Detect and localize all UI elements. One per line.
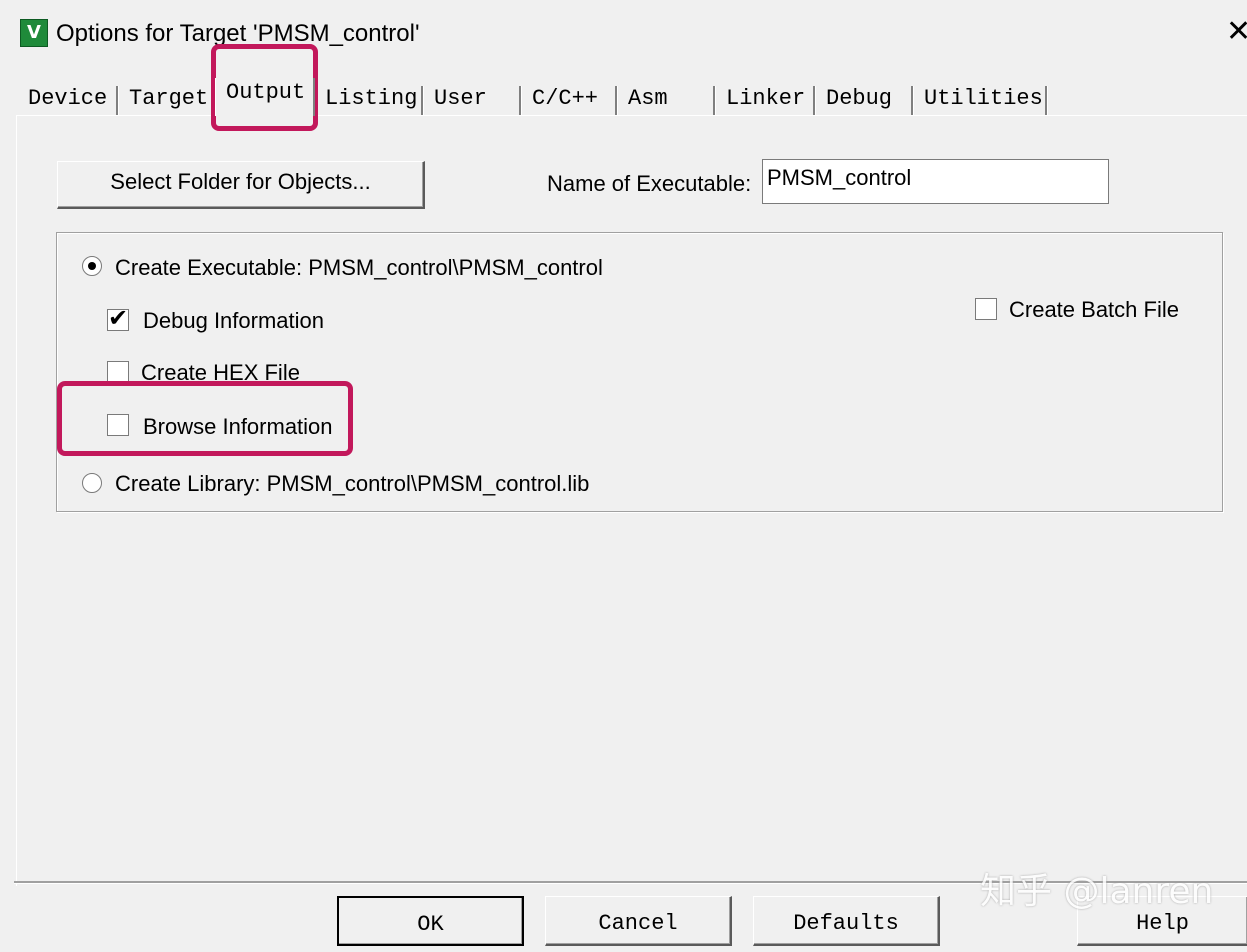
- batch-file-checkbox[interactable]: [975, 298, 997, 320]
- hex-file-checkbox[interactable]: [107, 361, 129, 383]
- tab-label: Target: [129, 86, 209, 111]
- defaults-button[interactable]: Defaults: [753, 896, 940, 946]
- create-library-radio[interactable]: [82, 473, 102, 493]
- create-library-label: Create Library: PMSM_control\PMSM_contro…: [115, 471, 590, 496]
- tab-label: Asm: [628, 86, 668, 111]
- exe-name-field[interactable]: PMSM_control: [762, 159, 1109, 204]
- browse-info-label: Browse Information: [143, 414, 333, 439]
- debug-info-checkbox[interactable]: ✔: [107, 304, 129, 332]
- window-title: Options for Target 'PMSM_control': [56, 20, 420, 47]
- tab-output[interactable]: Output: [215, 78, 315, 116]
- tab-listing[interactable]: Listing: [315, 84, 424, 116]
- tab-label: C/C++: [532, 86, 599, 111]
- tab-device[interactable]: Device: [18, 84, 119, 116]
- browse-info-checkbox[interactable]: [107, 414, 129, 436]
- create-executable-radio[interactable]: [82, 256, 102, 276]
- create-executable-label: Create Executable: PMSM_control\PMSM_con…: [115, 255, 603, 280]
- tab-label: Utilities: [924, 86, 1043, 111]
- title-bar: V Options for Target 'PMSM_control' ✕: [0, 0, 1247, 64]
- tab-label: User: [434, 86, 487, 111]
- tab-c-cpp[interactable]: C/C++: [522, 84, 618, 116]
- tab-debug[interactable]: Debug: [816, 84, 914, 116]
- tab-asm[interactable]: Asm: [618, 84, 716, 116]
- tab-user[interactable]: User: [424, 84, 522, 116]
- watermark: 知乎 @lanren: [980, 871, 1214, 912]
- exe-name-label: Name of Executable:: [547, 171, 752, 196]
- debug-info-label: Debug Information: [143, 308, 324, 333]
- ok-button[interactable]: OK: [337, 896, 524, 946]
- tab-label: Debug: [826, 86, 893, 111]
- cancel-button[interactable]: Cancel: [545, 896, 732, 946]
- batch-file-label: Create Batch File: [1009, 297, 1179, 322]
- tab-target[interactable]: Target: [119, 84, 215, 116]
- tab-linker[interactable]: Linker: [716, 84, 816, 116]
- tab-label: Linker: [726, 86, 806, 111]
- tab-label: Device: [28, 86, 108, 111]
- tab-label: Output: [226, 80, 306, 105]
- checkmark-icon: ✔: [108, 304, 129, 332]
- close-icon[interactable]: ✕: [1226, 14, 1247, 50]
- hex-file-label: Create HEX File: [141, 360, 300, 385]
- radio-selected-dot: [88, 262, 96, 270]
- select-folder-button[interactable]: Select Folder for Objects...: [57, 161, 425, 209]
- tab-utilities[interactable]: Utilities: [914, 84, 1048, 116]
- tab-label: Listing: [325, 86, 418, 111]
- keil-app-icon: V: [20, 19, 48, 47]
